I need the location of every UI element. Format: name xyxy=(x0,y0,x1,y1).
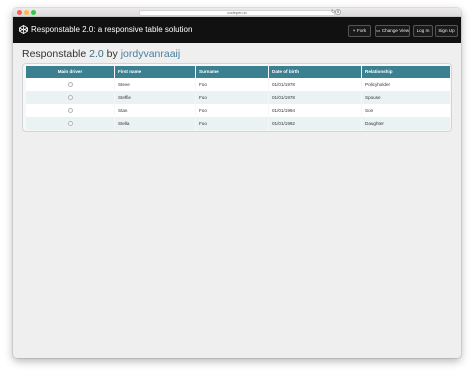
date-of-birth-cell: 01/01/1978 xyxy=(269,78,361,91)
browser-toolbar: codepen.io ↻ S xyxy=(13,8,461,17)
app-header: Responstable 2.0: a responsive table sol… xyxy=(13,17,461,43)
main-driver-cell xyxy=(26,117,114,130)
main-driver-cell xyxy=(26,104,114,117)
responsive-table: Main driver First name Surname Date of b… xyxy=(25,66,451,130)
first-name-cell: Steffie xyxy=(115,91,195,104)
table-row: Stella Foo 01/01/1992 Daughter xyxy=(26,117,450,130)
login-button[interactable]: Log In xyxy=(413,25,433,37)
surname-cell: Foo xyxy=(196,91,268,104)
date-of-birth-cell: 01/01/1994 xyxy=(269,104,361,117)
main-driver-radio[interactable] xyxy=(67,82,73,88)
column-header-first-name[interactable]: First name xyxy=(115,66,195,78)
table-header-row: Main driver First name Surname Date of b… xyxy=(26,66,450,78)
surname-cell: Foo xyxy=(196,117,268,130)
main-driver-cell xyxy=(26,91,114,104)
main-driver-radio[interactable] xyxy=(67,95,73,101)
table-row: Steffie Foo 01/01/1978 Spouse xyxy=(26,91,450,104)
first-name-cell: Steve xyxy=(115,78,195,91)
author-link[interactable]: jordyvanraaij xyxy=(121,48,181,60)
change-view-icon: ▭ xyxy=(376,28,381,33)
table-row: Stan Foo 01/01/1994 Son xyxy=(26,104,450,117)
table-card: Main driver First name Surname Date of b… xyxy=(22,63,452,132)
extension-icon[interactable]: S xyxy=(335,9,341,15)
column-header-main-driver[interactable]: Main driver xyxy=(26,66,114,78)
main-driver-radio[interactable] xyxy=(67,121,73,127)
browser-window: codepen.io ↻ S Responstable 2.0: a respo… xyxy=(13,8,461,358)
table-row: Steve Foo 01/01/1978 Policyholder xyxy=(26,78,450,91)
surname-cell: Foo xyxy=(196,78,268,91)
fork-icon: ⑂ xyxy=(352,28,356,33)
page-title-name: Responstable xyxy=(22,48,87,60)
column-header-date-of-birth[interactable]: Date of birth xyxy=(269,66,361,78)
relationship-cell: Son xyxy=(362,104,450,117)
date-of-birth-cell: 01/01/1978 xyxy=(269,91,361,104)
fork-button-label: Fork xyxy=(357,28,367,33)
date-of-birth-cell: 01/01/1992 xyxy=(269,117,361,130)
page-title-by: by xyxy=(106,48,118,60)
close-window-button[interactable] xyxy=(17,10,22,15)
main-driver-cell xyxy=(26,78,114,91)
zoom-window-button[interactable] xyxy=(31,10,36,15)
first-name-cell: Stella xyxy=(115,117,195,130)
main-driver-radio[interactable] xyxy=(67,108,73,114)
pen-title: Responstable 2.0: a responsive table sol… xyxy=(31,25,193,34)
first-name-cell: Stan xyxy=(115,104,195,117)
pen-logo-icon[interactable] xyxy=(19,25,28,34)
surname-cell: Foo xyxy=(196,104,268,117)
fork-button[interactable]: ⑂ Fork xyxy=(348,25,371,37)
address-bar[interactable]: codepen.io xyxy=(139,9,335,16)
signup-button[interactable]: Sign Up xyxy=(435,25,458,37)
page-title: Responstable 2.0 by jordyvanraaij xyxy=(22,48,180,60)
relationship-cell: Policyholder xyxy=(362,78,450,91)
relationship-cell: Spouse xyxy=(362,91,450,104)
change-view-button[interactable]: ▭ Change View xyxy=(375,25,410,37)
relationship-cell: Daughter xyxy=(362,117,450,130)
minimize-window-button[interactable] xyxy=(24,10,29,15)
column-header-relationship[interactable]: Relationship xyxy=(362,66,450,78)
change-view-label: Change View xyxy=(381,28,410,33)
page-title-version: 2.0 xyxy=(89,48,104,60)
column-header-surname[interactable]: Surname xyxy=(196,66,268,78)
